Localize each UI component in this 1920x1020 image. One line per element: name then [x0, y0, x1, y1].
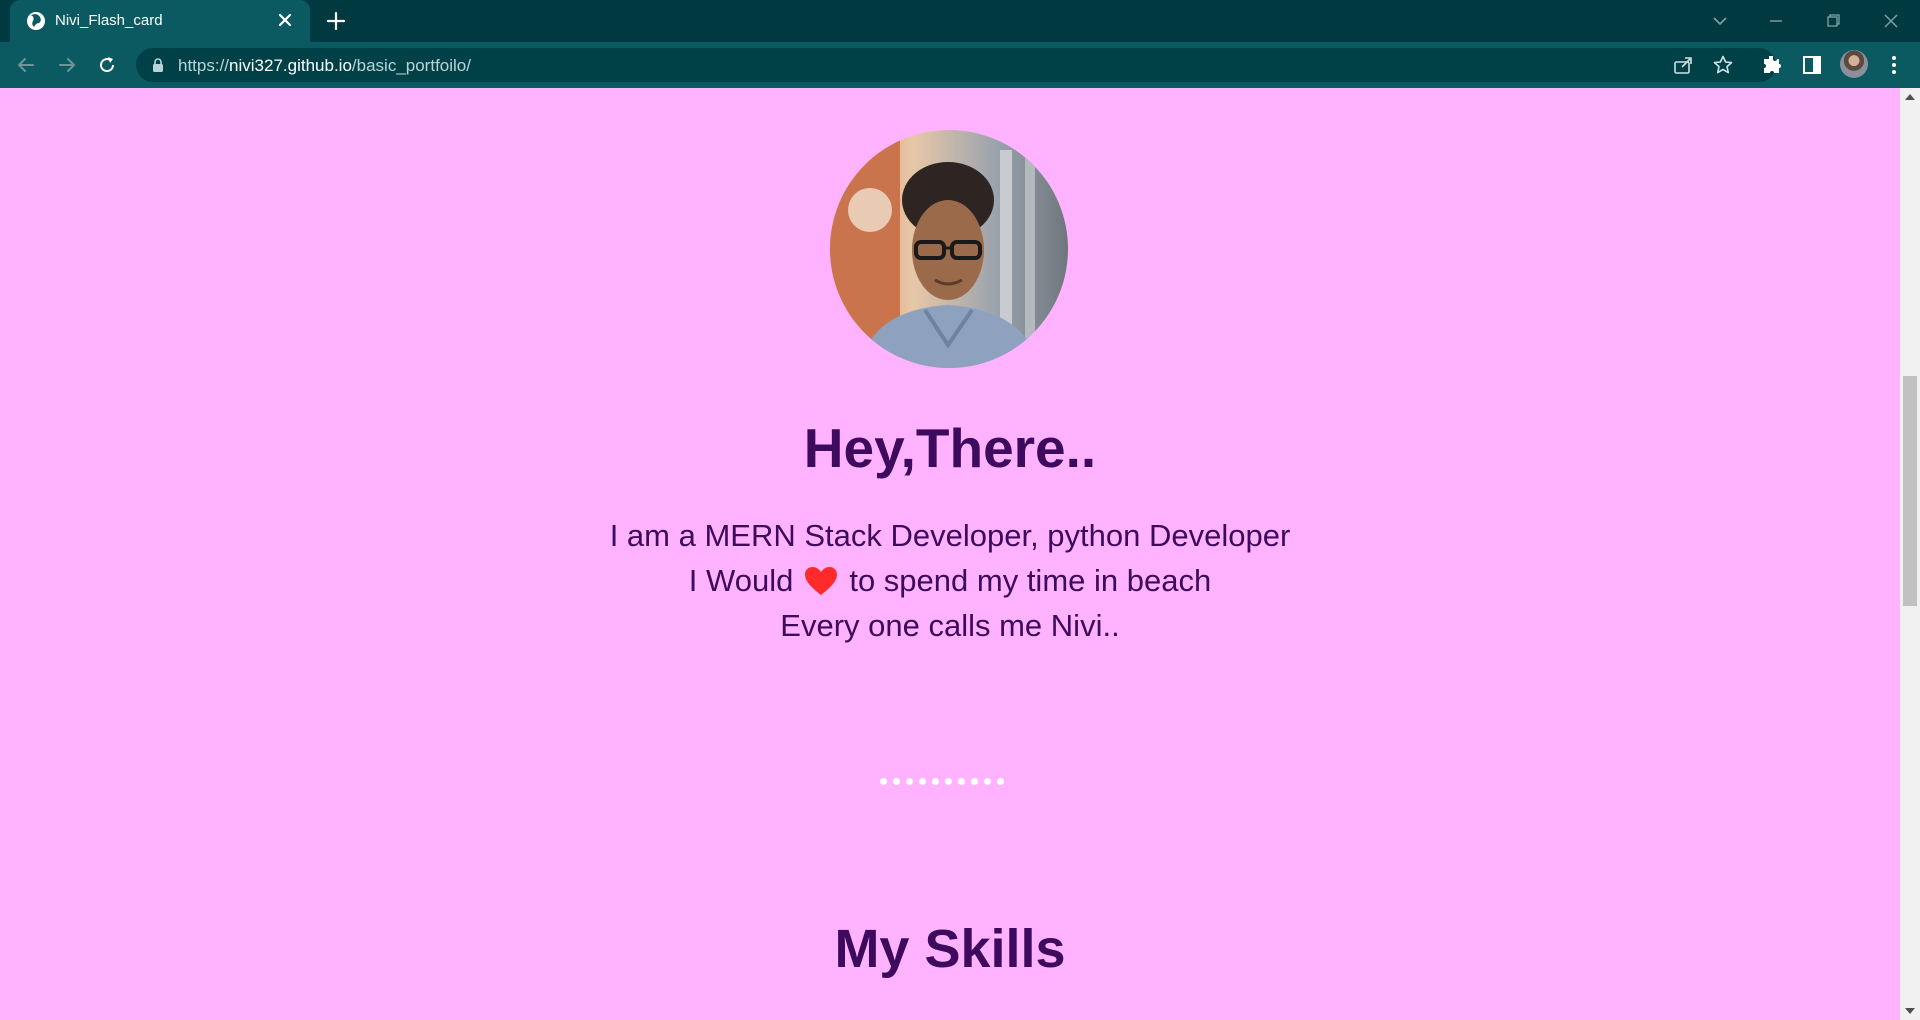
carousel-dot[interactable]	[893, 778, 900, 785]
bio-hobby-prefix: I Would	[688, 563, 794, 598]
globe-icon	[27, 12, 45, 30]
carousel-dot[interactable]	[919, 778, 926, 785]
url-path: /basic_portfoilo/	[351, 56, 471, 75]
bio-text: I am a MERN Stack Developer, python Deve…	[0, 513, 1900, 648]
carousel-dot[interactable]	[932, 778, 939, 785]
forward-icon[interactable]	[55, 53, 79, 77]
bio-hobby-suffix: to spend my time in beach	[849, 563, 1212, 598]
address-bar[interactable]: https://nivi327.github.io/basic_portfoil…	[136, 48, 1776, 82]
carousel-dot[interactable]	[997, 778, 1004, 785]
carousel-dot[interactable]	[906, 778, 913, 785]
tab-title: Nivi_Flash_card	[55, 12, 163, 29]
browser-toolbar: https://nivi327.github.io/basic_portfoil…	[0, 42, 1920, 88]
tab-search-icon[interactable]	[1707, 8, 1733, 34]
url-text[interactable]: https://nivi327.github.io/basic_portfoil…	[178, 56, 471, 76]
portfolio-page: Hey,There.. I am a MERN Stack Developer,…	[0, 88, 1900, 1020]
carousel-dots	[880, 778, 1020, 788]
lock-icon[interactable]	[150, 57, 166, 73]
carousel-dot[interactable]	[984, 778, 991, 785]
minimize-icon[interactable]	[1763, 8, 1789, 34]
close-tab-icon[interactable]	[274, 9, 296, 31]
carousel-dot[interactable]	[945, 778, 952, 785]
heart-icon	[805, 567, 838, 595]
scroll-down-arrow[interactable]	[1905, 1008, 1915, 1014]
new-tab-icon[interactable]	[324, 9, 348, 33]
scroll-thumb[interactable]	[1903, 376, 1917, 606]
skills-heading: My Skills	[834, 919, 1066, 979]
side-panel-icon[interactable]	[1800, 53, 1824, 77]
carousel-dot[interactable]	[971, 778, 978, 785]
close-window-icon[interactable]	[1878, 8, 1904, 34]
bookmark-star-icon[interactable]	[1712, 54, 1734, 76]
profile-avatar[interactable]	[1840, 50, 1868, 78]
carousel-dot[interactable]	[880, 778, 887, 785]
greeting-heading: Hey,There..	[803, 417, 1097, 479]
browser-tab-strip: Nivi_Flash_card	[0, 0, 1920, 42]
bio-line-hobby: I Would to spend my time in beach	[0, 558, 1900, 603]
scroll-up-arrow[interactable]	[1905, 94, 1915, 100]
carousel-dot[interactable]	[958, 778, 965, 785]
url-host: nivi327.github.io	[229, 56, 352, 75]
bio-line-nickname: Every one calls me Nivi..	[780, 608, 1120, 643]
reload-icon[interactable]	[95, 53, 119, 77]
share-icon[interactable]	[1672, 54, 1694, 76]
bio-line-role: I am a MERN Stack Developer, python Deve…	[609, 518, 1291, 553]
menu-dots-icon[interactable]	[1882, 53, 1906, 77]
extensions-icon[interactable]	[1760, 53, 1784, 77]
browser-tab[interactable]: Nivi_Flash_card	[10, 0, 310, 42]
profile-photo	[830, 130, 1068, 368]
url-prefix: https://	[178, 56, 230, 75]
restore-icon[interactable]	[1820, 8, 1846, 34]
back-icon[interactable]	[14, 53, 38, 77]
page-scrollbar[interactable]	[1900, 88, 1920, 1020]
